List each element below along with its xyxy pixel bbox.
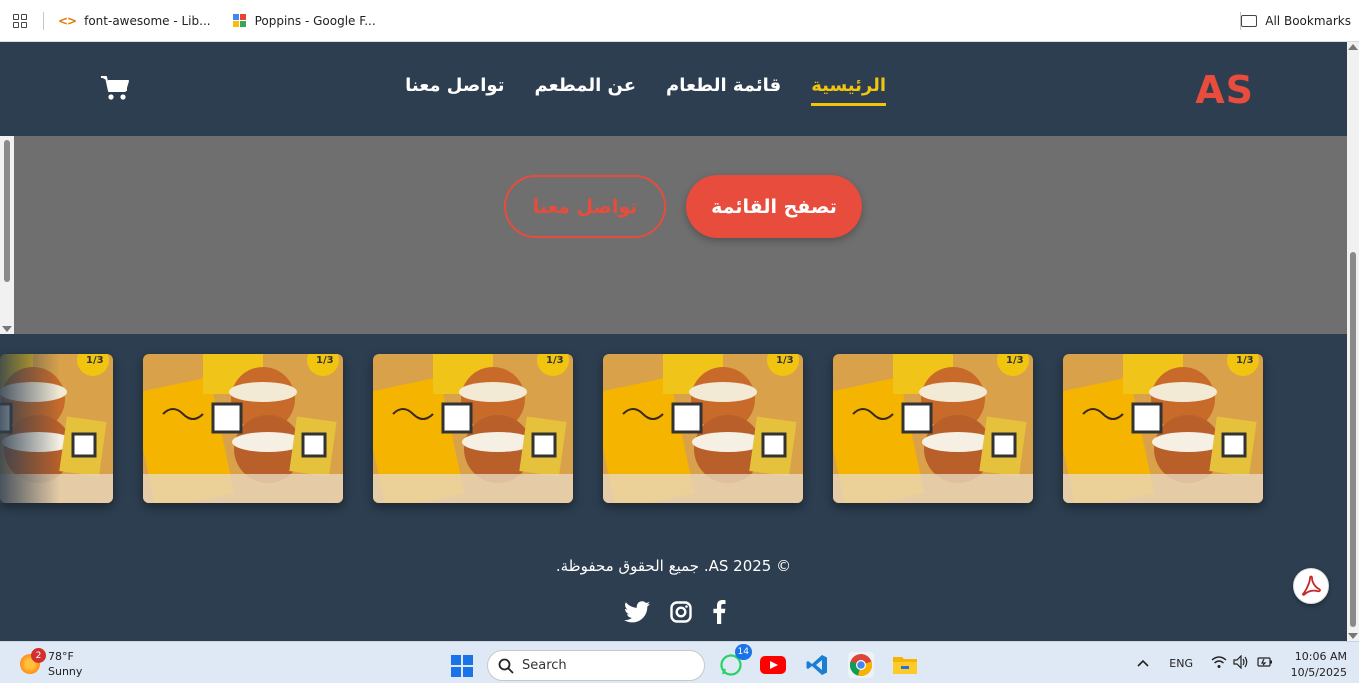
search-placeholder: Search — [522, 658, 567, 673]
main-menu: الرئيسية قائمة الطعام عن المطعم تواصل مع… — [405, 75, 886, 106]
nav-link-contact[interactable]: تواصل معنا — [405, 75, 504, 102]
scroll-down-arrow-icon[interactable] — [1348, 633, 1358, 639]
food-photo: 1/3 — [143, 354, 343, 503]
food-photo: 1/3 — [603, 354, 803, 503]
gallery-image[interactable]: 1/3 — [603, 354, 803, 503]
youtube-icon[interactable] — [760, 652, 786, 678]
weather-widget[interactable]: 2 78°F Sunny — [20, 648, 83, 679]
bookmark-label: Poppins - Google F... — [254, 13, 376, 28]
food-photo: 1/3 — [373, 354, 573, 503]
scroll-up-arrow-icon[interactable] — [1348, 44, 1358, 50]
shopping-cart-icon[interactable] — [100, 74, 130, 102]
sun-icon: 2 — [20, 648, 46, 674]
taskbar-search[interactable]: Search — [487, 650, 705, 681]
bookmark-poppins[interactable]: Poppins - Google F... — [232, 13, 376, 28]
apps-grid-icon[interactable] — [13, 13, 27, 28]
inner-scrollbar[interactable] — [0, 136, 14, 334]
clock-time: 10:06 AM — [1294, 650, 1347, 663]
folder-icon — [1241, 15, 1258, 27]
hero-section: تصفح القائمة تواصل معنا — [0, 136, 1347, 334]
gallery-image[interactable]: 1/3 — [1063, 354, 1263, 503]
chevron-up-icon[interactable] — [1137, 657, 1149, 670]
instagram-icon[interactable] — [670, 601, 692, 627]
price-badge-text: 1/3 — [316, 355, 334, 366]
gallery-image[interactable]: 1/3 — [373, 354, 573, 503]
clock-date: 10/5/2025 — [1290, 666, 1347, 679]
wifi-icon[interactable] — [1211, 655, 1227, 672]
scrollbar-thumb[interactable] — [1350, 252, 1356, 627]
notification-badge: 14 — [734, 644, 752, 660]
bookmark-label: font-awesome - Lib... — [84, 13, 211, 28]
clock[interactable]: 10:06 AM 10/5/2025 — [1291, 649, 1347, 681]
food-photo: 1/3 — [1063, 354, 1263, 503]
all-bookmarks-label: All Bookmarks — [1265, 14, 1351, 28]
copyright-text: © AS 2025. جميع الحقوق محفوظة. — [555, 557, 792, 575]
code-icon: <> — [58, 13, 77, 28]
gallery-image[interactable]: 1/3 — [833, 354, 1033, 503]
weather-description: Sunny — [48, 665, 83, 678]
volume-icon[interactable] — [1233, 654, 1249, 672]
bookmark-font-awesome[interactable]: <> font-awesome - Lib... — [58, 14, 211, 28]
price-badge-text: 1/3 — [546, 355, 564, 366]
all-bookmarks-button[interactable]: All Bookmarks — [1241, 0, 1351, 42]
facebook-icon[interactable] — [712, 600, 726, 628]
page-scrollbar[interactable] — [1347, 42, 1359, 641]
vscode-icon[interactable] — [804, 652, 830, 678]
site-header: AS الرئيسية قائمة الطعام عن المطعم تواصل… — [0, 42, 1347, 136]
scrollbar-thumb[interactable] — [4, 140, 10, 282]
chrome-icon[interactable] — [848, 652, 874, 678]
gallery-fade — [0, 354, 60, 503]
weather-temperature: 78°F — [48, 650, 74, 663]
price-badge-text: 1/3 — [776, 355, 794, 366]
search-icon — [498, 658, 514, 674]
whatsapp-icon[interactable]: 14 — [718, 644, 752, 678]
nav-link-home[interactable]: الرئيسية — [811, 75, 886, 106]
scroll-down-arrow-icon[interactable] — [2, 326, 12, 332]
bookmarks-bar: <> font-awesome - Lib... Poppins - Googl… — [0, 0, 1359, 42]
food-gallery: 1/3 1/3 1/3 1/3 1/3 1/3 — [0, 334, 1347, 534]
google-fonts-icon — [232, 13, 247, 28]
price-badge-text: 1/3 — [1006, 355, 1024, 366]
price-badge-text: 1/3 — [86, 355, 104, 366]
gallery-image[interactable]: 1/3 — [143, 354, 343, 503]
windows-start-icon[interactable] — [451, 655, 473, 677]
price-badge-text: 1/3 — [1236, 355, 1254, 366]
browse-menu-button[interactable]: تصفح القائمة — [686, 175, 862, 238]
twitter-icon[interactable] — [624, 601, 650, 627]
notification-badge: 2 — [31, 648, 46, 663]
windows-taskbar: 2 78°F Sunny Search 14 ENG 10:06 AM 10/5… — [0, 641, 1359, 683]
language-indicator[interactable]: ENG — [1169, 657, 1193, 670]
file-explorer-icon[interactable] — [892, 652, 918, 678]
battery-icon[interactable] — [1257, 655, 1273, 672]
pdf-extension-icon[interactable] — [1293, 568, 1329, 604]
nav-link-menu[interactable]: قائمة الطعام — [666, 75, 781, 102]
divider — [43, 11, 44, 30]
contact-us-button[interactable]: تواصل معنا — [504, 175, 666, 238]
nav-link-about[interactable]: عن المطعم — [534, 75, 636, 102]
food-photo: 1/3 — [833, 354, 1033, 503]
social-links — [624, 600, 726, 628]
site-logo[interactable]: AS — [1195, 68, 1254, 112]
